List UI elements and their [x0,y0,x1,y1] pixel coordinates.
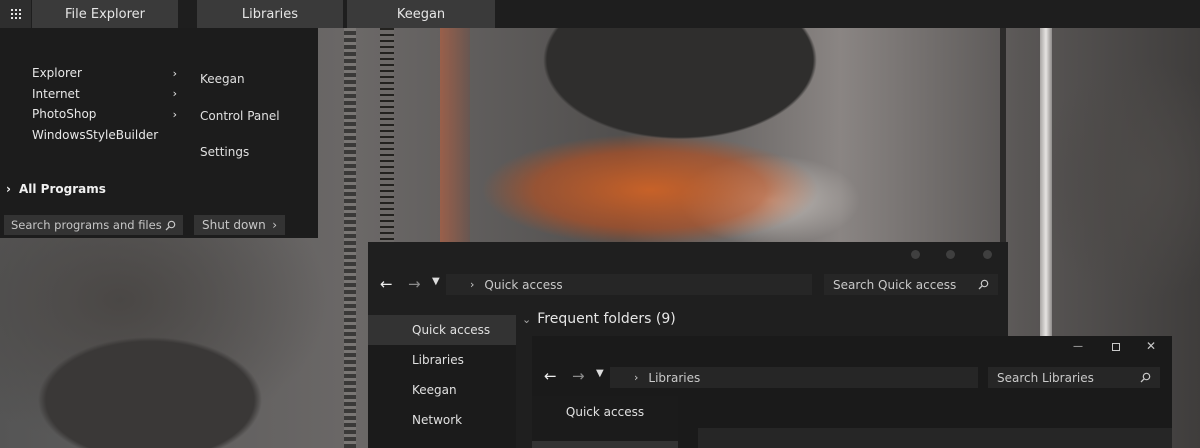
minimize-icon[interactable]: — [1073,341,1083,352]
nav-item-selected[interactable] [532,441,678,448]
nav-item-libraries[interactable]: Libraries [368,345,516,375]
chevron-down-icon[interactable]: ▼ [596,368,604,379]
explorer-window-libraries: — ✕ ← → ▼ › Libraries Search Libraries Q… [532,336,1172,448]
taskbar: File Explorer Libraries Keegan [0,0,1200,28]
chevron-right-icon: › [470,278,475,291]
search-input[interactable]: Search Quick access [824,274,998,295]
program-label: PhotoShop [32,107,97,122]
program-item-photoshop[interactable]: PhotoShop › [32,104,177,125]
program-label: WindowsStyleBuilder [32,127,159,142]
window-button-icon[interactable] [911,250,920,259]
chevron-right-icon: › [272,218,277,232]
grid-icon [10,9,21,19]
chevron-right-icon: › [634,371,639,384]
search-placeholder: Search Quick access [833,277,957,292]
start-button[interactable] [0,0,31,28]
search-input[interactable]: Search Libraries [988,367,1160,388]
user-link-keegan[interactable]: Keegan [200,72,280,109]
start-menu: Explorer › Internet › PhotoShop › Window… [0,28,318,238]
search-placeholder: Search Libraries [997,370,1094,385]
address-text: Quick access [484,277,563,292]
taskbar-tab-label: Keegan [396,6,446,22]
chevron-right-icon: › [172,107,177,121]
forward-arrow-icon[interactable]: → [408,275,421,293]
taskbar-tab-label: Libraries [241,6,299,22]
search-icon [165,220,176,230]
program-list: Explorer › Internet › PhotoShop › Window… [32,63,177,145]
window-button-icon[interactable] [983,250,992,259]
section-title: Frequent folders (9) [537,311,676,327]
taskbar-tab-label: File Explorer [64,6,145,22]
user-links: Keegan Control Panel Settings [200,72,280,182]
address-bar[interactable]: › Libraries [610,367,978,388]
user-link-control-panel[interactable]: Control Panel [200,109,280,146]
all-programs-button[interactable]: › All Programs [6,182,106,196]
back-arrow-icon[interactable]: ← [380,275,393,293]
program-item-internet[interactable]: Internet › [32,84,177,105]
chevron-down-icon[interactable]: ▼ [432,276,440,287]
window-button-icon[interactable] [946,250,955,259]
back-arrow-icon[interactable]: ← [544,367,557,385]
taskbar-tab-libraries[interactable]: Libraries [197,0,345,28]
content-area [698,428,1172,448]
nav-item-quick-access[interactable]: Quick access [532,396,678,428]
shutdown-button[interactable]: Shut down › [194,215,285,235]
search-icon [1140,372,1151,383]
nav-item-quick-access[interactable]: Quick access [368,315,516,345]
program-label: Explorer [32,66,82,81]
address-text: Libraries [648,370,701,385]
program-item-explorer[interactable]: Explorer › [32,63,177,84]
wallpaper-detail [344,28,356,448]
user-link-settings[interactable]: Settings [200,145,280,182]
nav-item-network[interactable]: Network [368,405,516,435]
chevron-right-icon: › [172,66,177,80]
taskbar-tab-keegan[interactable]: Keegan [347,0,497,28]
forward-arrow-icon[interactable]: → [572,367,585,385]
close-icon[interactable]: ✕ [1146,339,1156,353]
maximize-icon[interactable] [1112,343,1120,351]
chevron-down-icon: ⌄ [522,312,532,326]
frequent-folders-header[interactable]: ⌄ Frequent folders (9) [522,311,676,327]
search-placeholder: Search programs and files [11,218,162,232]
search-icon [978,279,989,290]
address-bar[interactable]: › Quick access [446,274,812,295]
all-programs-label: All Programs [18,182,106,196]
chevron-right-icon: › [172,87,177,101]
taskbar-tab-file-explorer[interactable]: File Explorer [32,0,180,28]
navigation-pane: Quick access Libraries Keegan Network [368,315,516,448]
chevron-right-icon: › [6,182,11,196]
program-item-windowsstylebuilder[interactable]: WindowsStyleBuilder [32,125,177,146]
program-label: Internet [32,86,80,101]
start-search-input[interactable]: Search programs and files [4,215,183,235]
nav-item-keegan[interactable]: Keegan [368,375,516,405]
shutdown-label: Shut down [202,218,266,232]
